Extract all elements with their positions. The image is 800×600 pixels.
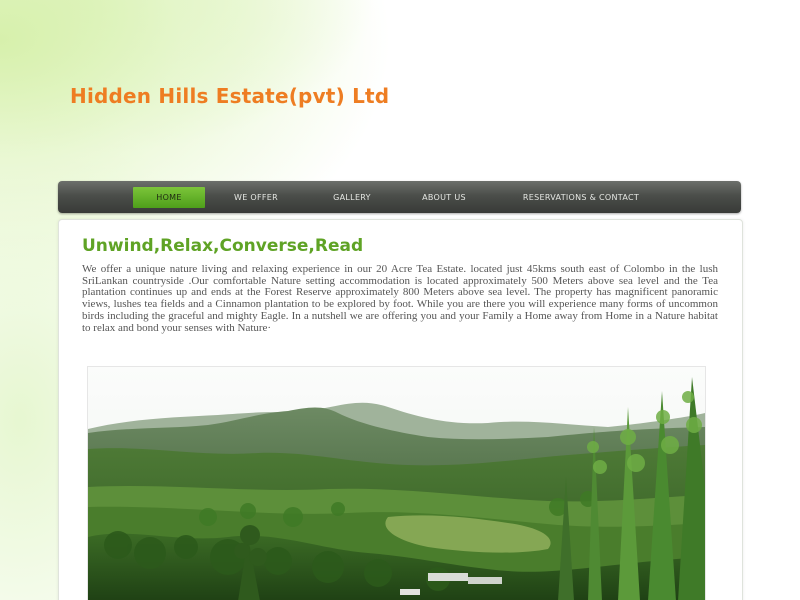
nav-about-us[interactable]: ABOUT US (408, 187, 480, 208)
nav-home[interactable]: HOME (133, 187, 205, 208)
estate-landscape-photo (87, 366, 706, 600)
section-heading: Unwind,Relax,Converse,Read (82, 236, 364, 256)
nav-reservations-contact[interactable]: RESERVATIONS & CONTACT (506, 187, 656, 208)
site-title: Hidden Hills Estate(pvt) Ltd (70, 84, 390, 108)
nav-gallery[interactable]: GALLERY (316, 187, 388, 208)
intro-paragraph: We offer a unique nature living and rela… (82, 263, 718, 334)
nav-we-offer[interactable]: WE OFFER (220, 187, 292, 208)
landscape-photo-icon (88, 367, 705, 600)
main-navigation: HOME WE OFFER GALLERY ABOUT US RESERVATI… (58, 181, 741, 213)
